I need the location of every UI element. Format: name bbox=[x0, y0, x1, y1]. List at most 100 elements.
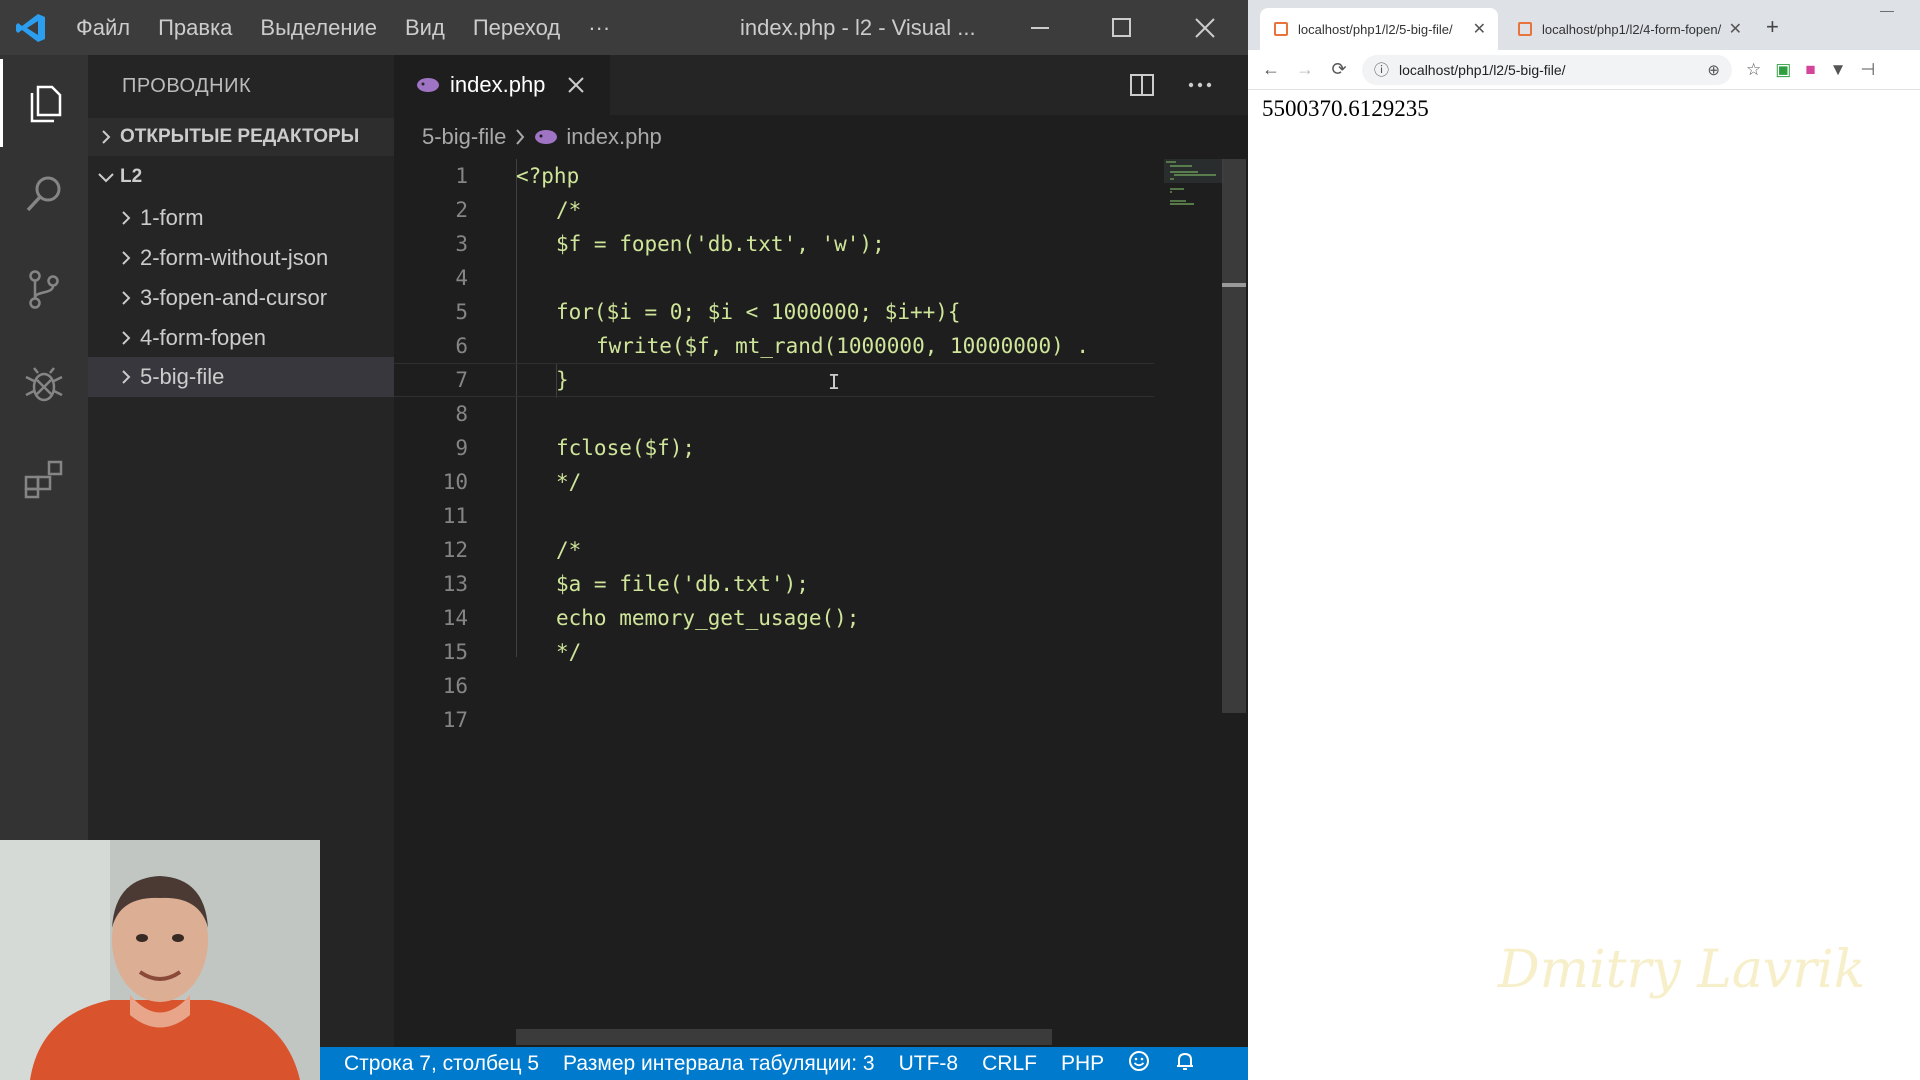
tree-item-4-form-fopen[interactable]: 4-form-fopen bbox=[88, 318, 394, 358]
code-line: 3 $f = fopen('db.txt', 'w'); bbox=[455, 232, 885, 256]
activity-extensions[interactable] bbox=[0, 435, 88, 523]
open-editors-section[interactable]: ОТКРЫТЫЕ РЕДАКТОРЫ bbox=[88, 118, 394, 156]
close-tab-icon[interactable]: ✕ bbox=[1473, 19, 1486, 39]
info-icon[interactable]: ⓘ bbox=[1374, 59, 1389, 80]
activity-search[interactable] bbox=[0, 150, 88, 238]
back-icon[interactable]: ← bbox=[1254, 59, 1288, 80]
notifications-bell-icon[interactable] bbox=[1174, 1050, 1196, 1078]
code-line: 11 bbox=[442, 504, 468, 528]
close-window-button[interactable] bbox=[1165, 0, 1245, 55]
code-line-current: 7} I bbox=[394, 363, 1154, 397]
breadcrumb-folder[interactable]: 5-big-file bbox=[422, 124, 506, 150]
folder-l2[interactable]: L2 bbox=[88, 158, 394, 196]
extension-icon[interactable]: ▣ bbox=[1775, 60, 1791, 80]
address-bar[interactable]: ⓘ localhost/php1/l2/5-big-file/ ⊕ bbox=[1362, 54, 1732, 85]
extension-color-icon[interactable]: ■ bbox=[1805, 60, 1815, 80]
text-cursor-icon: I bbox=[828, 370, 841, 394]
status-encoding[interactable]: UTF-8 bbox=[899, 1052, 959, 1076]
new-tab-icon[interactable]: + bbox=[1766, 14, 1779, 40]
tree-item-label: 3-fopen-and-cursor bbox=[140, 285, 328, 310]
extensions-icon bbox=[24, 460, 63, 499]
code-line: 8 bbox=[455, 402, 468, 426]
browser-toolbar: ← → ⟳ ⓘ localhost/php1/l2/5-big-file/ ⊕ … bbox=[1248, 50, 1920, 90]
scrollbar-cursor-marker bbox=[1222, 283, 1246, 287]
browser-tab-strip: localhost/php1/l2/5-big-file/ ✕ localhos… bbox=[1248, 0, 1920, 50]
tree-item-5-big-file[interactable]: 5-big-file bbox=[88, 357, 394, 397]
split-editor-button[interactable] bbox=[1126, 69, 1158, 101]
chevron-right-icon bbox=[112, 244, 140, 272]
vertical-scrollbar[interactable] bbox=[1222, 159, 1246, 713]
status-bar: Строка 7, столбец 5 Размер интервала таб… bbox=[320, 1047, 1248, 1080]
menu-more[interactable]: ··· bbox=[574, 15, 624, 41]
page-output-text: 5500370.6129235 bbox=[1262, 96, 1429, 121]
tree-item-1-form[interactable]: 1-form bbox=[88, 198, 394, 238]
activity-source-control[interactable] bbox=[0, 245, 88, 333]
code-line: 12/* bbox=[442, 538, 582, 562]
close-tab-icon[interactable]: ✕ bbox=[1729, 19, 1742, 39]
menu-view[interactable]: Вид bbox=[391, 15, 459, 41]
tree-item-3-fopen-and-cursor[interactable]: 3-fopen-and-cursor bbox=[88, 278, 394, 318]
vscode-logo-icon bbox=[16, 14, 45, 42]
extension-vue-icon[interactable]: ▼ bbox=[1830, 60, 1847, 80]
code-line: 9 fclose($f); bbox=[455, 436, 696, 460]
tree-item-label: 1-form bbox=[140, 205, 204, 230]
favicon-icon bbox=[1274, 22, 1288, 36]
tab-index-php[interactable]: index.php bbox=[394, 55, 610, 115]
code-editor[interactable]: 1 <?php 2/* 3 $f = fopen('db.txt', 'w'); 4… bbox=[394, 159, 1154, 799]
activity-explorer[interactable] bbox=[0, 59, 88, 147]
code-line: 17 bbox=[442, 708, 468, 732]
activity-debug[interactable] bbox=[0, 341, 88, 429]
more-actions-button[interactable] bbox=[1184, 69, 1216, 101]
extension-code-icon[interactable]: ⊣ bbox=[1860, 60, 1875, 80]
code-line: 5 for($i = 0; $i < 1000000; $i++){ bbox=[455, 300, 961, 324]
forward-icon[interactable]: → bbox=[1288, 59, 1322, 80]
status-language[interactable]: PHP bbox=[1061, 1052, 1104, 1076]
breadcrumb: 5-big-file index.php bbox=[422, 121, 662, 153]
explorer-icon bbox=[30, 85, 61, 123]
close-tab-icon[interactable] bbox=[567, 76, 585, 94]
menu-file[interactable]: Файл bbox=[62, 15, 144, 41]
close-icon bbox=[1195, 17, 1215, 38]
maximize-button[interactable] bbox=[1082, 0, 1162, 55]
status-eol[interactable]: CRLF bbox=[982, 1052, 1037, 1076]
code-line: 6 fwrite($f, mt_rand(1000000, 10000000) . bbox=[455, 334, 1090, 358]
bookmark-star-icon[interactable]: ☆ bbox=[1746, 60, 1761, 80]
status-cursor-position[interactable]: Строка 7, столбец 5 bbox=[344, 1052, 539, 1076]
code-line: 1 <?php bbox=[455, 164, 580, 188]
editor-area: index.php 5-big-file index.php 1 <?php 2/… bbox=[394, 55, 1248, 1047]
status-tab-size[interactable]: Размер интервала табуляции: 3 bbox=[563, 1052, 875, 1076]
minimap[interactable] bbox=[1164, 159, 1224, 229]
code-line: 16 bbox=[442, 674, 468, 698]
reload-icon[interactable]: ⟳ bbox=[1322, 59, 1356, 80]
chevron-right-icon bbox=[516, 129, 525, 145]
minimize-icon[interactable]: — bbox=[1880, 2, 1894, 18]
explorer-header: ПРОВОДНИК bbox=[122, 75, 252, 97]
menu-edit[interactable]: Правка bbox=[144, 15, 246, 41]
feedback-smiley-icon[interactable] bbox=[1128, 1050, 1150, 1078]
code-line: 15 */ bbox=[442, 640, 582, 664]
breadcrumb-file[interactable]: index.php bbox=[566, 124, 661, 150]
minimize-button[interactable] bbox=[1000, 0, 1080, 55]
browser-tab-5-big-file[interactable]: localhost/php1/l2/5-big-file/ ✕ bbox=[1260, 8, 1498, 50]
folder-label: L2 bbox=[120, 166, 143, 187]
favicon-icon bbox=[1518, 22, 1532, 36]
chevron-right-icon bbox=[92, 123, 120, 151]
chevron-right-icon bbox=[112, 204, 140, 232]
menu-selection[interactable]: Выделение bbox=[246, 15, 391, 41]
zoom-icon[interactable]: ⊕ bbox=[1707, 61, 1720, 79]
php-file-icon bbox=[535, 130, 558, 144]
webcam-overlay bbox=[0, 840, 320, 1080]
chevron-down-icon bbox=[92, 163, 120, 191]
search-icon bbox=[26, 176, 61, 212]
code-line: 13 $a = file('db.txt'); bbox=[442, 572, 809, 596]
tree-item-label: 5-big-file bbox=[140, 364, 225, 389]
code-line: 2/* bbox=[455, 198, 582, 222]
php-file-icon bbox=[417, 78, 439, 92]
debug-icon bbox=[25, 367, 63, 402]
title-bar: Файл Правка Выделение Вид Переход ··· in… bbox=[0, 0, 1248, 55]
tree-item-label: 2-form-without-json bbox=[140, 245, 329, 270]
tree-item-2-form-without-json[interactable]: 2-form-without-json bbox=[88, 238, 394, 278]
browser-tab-4-form-fopen[interactable]: localhost/php1/l2/4-form-fopen/ ✕ bbox=[1504, 8, 1754, 50]
menu-go[interactable]: Переход bbox=[459, 15, 574, 41]
horizontal-scrollbar[interactable] bbox=[516, 1029, 1052, 1045]
